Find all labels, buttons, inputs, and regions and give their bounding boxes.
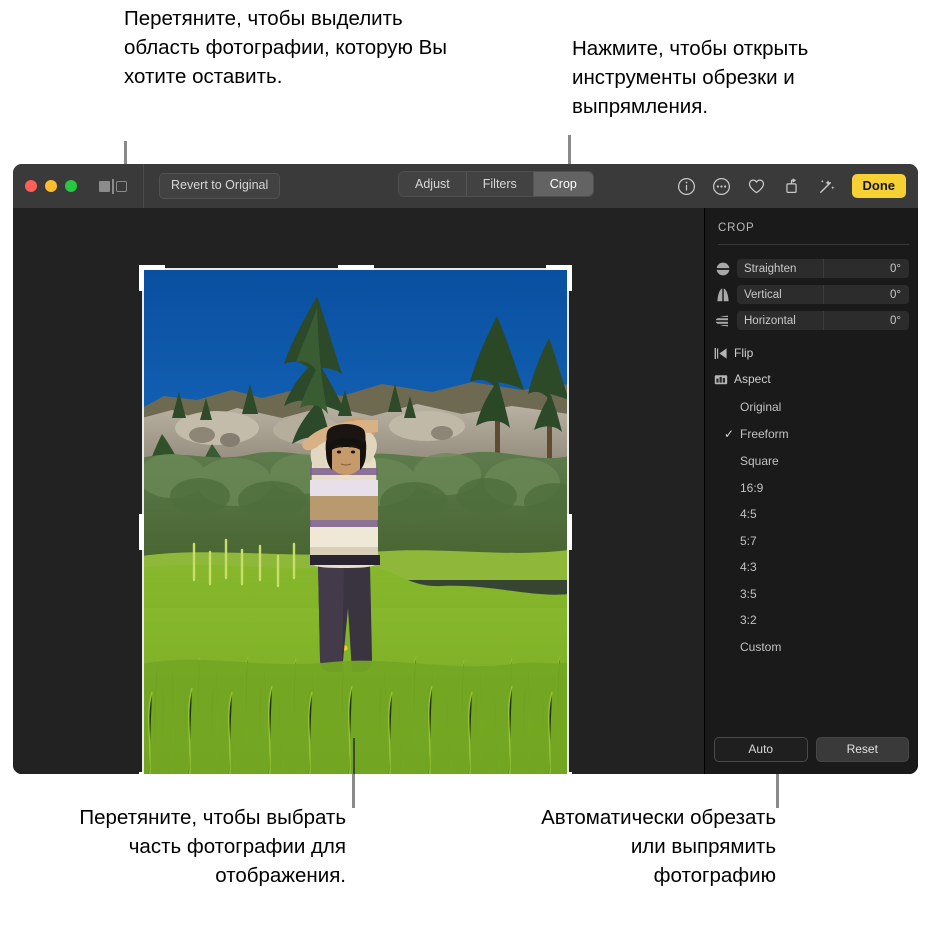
straighten-icon bbox=[714, 262, 732, 275]
aspect-option-4-5[interactable]: 4:5 bbox=[714, 504, 909, 523]
horizontal-perspective-icon bbox=[714, 315, 732, 326]
aspect-option-label: Original bbox=[740, 399, 782, 414]
flip-label: Flip bbox=[734, 346, 754, 360]
toolbar-right-tools: Done bbox=[677, 164, 906, 208]
aspect-option-4-3[interactable]: 4:3 bbox=[714, 557, 909, 576]
straighten-label: Straighten bbox=[744, 262, 797, 275]
aspect-option-3-5[interactable]: 3:5 bbox=[714, 584, 909, 603]
crop-handle-top-center[interactable] bbox=[337, 265, 374, 270]
vertical-value: 0° bbox=[890, 288, 901, 301]
aspect-menu-item[interactable]: Aspect bbox=[714, 369, 909, 389]
aspect-check-freeform: ✓ bbox=[724, 426, 735, 441]
aspect-option-label: 5:7 bbox=[740, 533, 757, 548]
window-toolbar: Revert to Original Adjust Filters Crop D… bbox=[13, 164, 918, 208]
callout-bottom-right: Автоматически обрезать или выпрямить фот… bbox=[541, 806, 776, 887]
close-button[interactable] bbox=[25, 180, 37, 192]
photos-editor-window: Revert to Original Adjust Filters Crop D… bbox=[13, 164, 918, 774]
reset-button[interactable]: Reset bbox=[815, 737, 909, 762]
aspect-option-16-9[interactable]: 16:9 bbox=[714, 478, 909, 497]
panel-action-buttons: Auto Reset bbox=[714, 737, 909, 762]
favorite-heart-icon[interactable] bbox=[747, 177, 766, 196]
sidebar-toggle-icon[interactable] bbox=[99, 178, 127, 194]
editor-mode-segmented-control: Adjust Filters Crop bbox=[398, 171, 594, 197]
aspect-option-label: 16:9 bbox=[740, 480, 764, 495]
enhance-magic-wand-icon[interactable] bbox=[817, 177, 836, 196]
tab-adjust[interactable]: Adjust bbox=[399, 172, 467, 196]
minimize-button[interactable] bbox=[45, 180, 57, 192]
horizontal-row[interactable]: Horizontal 0° bbox=[714, 311, 909, 330]
zoom-button[interactable] bbox=[65, 180, 77, 192]
tab-crop[interactable]: Crop bbox=[533, 172, 593, 196]
rotate-icon[interactable] bbox=[782, 177, 801, 196]
window-body: CROP Straighten 0° Vertical 0° Horizonta… bbox=[13, 208, 918, 774]
horizontal-slider[interactable]: Horizontal 0° bbox=[737, 311, 909, 330]
vertical-row[interactable]: Vertical 0° bbox=[714, 285, 909, 304]
crop-inspector-panel: CROP Straighten 0° Vertical 0° Horizonta… bbox=[704, 208, 918, 774]
person-in-meadow-photo bbox=[142, 268, 569, 774]
callout-top-left: Перетяните, чтобы выделить область фотог… bbox=[124, 7, 448, 88]
aspect-icon bbox=[714, 374, 728, 384]
aspect-option-3-2[interactable]: 3:2 bbox=[714, 610, 909, 629]
crop-handle-bottom-right[interactable] bbox=[567, 772, 572, 774]
vertical-perspective-icon bbox=[717, 287, 729, 302]
revert-to-original-button[interactable]: Revert to Original bbox=[159, 173, 281, 199]
flip-menu-item[interactable]: Flip bbox=[714, 343, 909, 363]
vertical-slider[interactable]: Vertical 0° bbox=[737, 285, 909, 304]
callout-top-right: Нажмите, чтобы открыть инструменты обрез… bbox=[572, 37, 809, 118]
flip-icon bbox=[714, 347, 727, 359]
horizontal-slider-divider bbox=[823, 311, 824, 330]
crop-handle-top-left[interactable] bbox=[139, 265, 144, 291]
aspect-option-label: Square bbox=[740, 453, 779, 468]
straighten-slider-divider bbox=[823, 259, 824, 278]
window-controls bbox=[25, 180, 77, 192]
aspect-option-custom[interactable]: Custom bbox=[714, 637, 909, 656]
panel-title: CROP bbox=[718, 222, 755, 234]
straighten-slider[interactable]: Straighten 0° bbox=[737, 259, 909, 278]
aspect-label: Aspect bbox=[734, 372, 771, 386]
straighten-value: 0° bbox=[890, 262, 901, 275]
crop-handle-bottom-left[interactable] bbox=[139, 772, 144, 774]
sidebar-toggle-filled-pane bbox=[99, 180, 110, 192]
panel-divider bbox=[718, 244, 909, 245]
crop-handle-left-center[interactable] bbox=[139, 513, 144, 550]
screenshot-root: Перетяните, чтобы выделить область фотог… bbox=[0, 0, 931, 944]
horizontal-label: Horizontal bbox=[744, 314, 796, 327]
sidebar-toggle-divider bbox=[112, 178, 114, 194]
aspect-option-label: Custom bbox=[740, 639, 782, 654]
auto-button[interactable]: Auto bbox=[714, 737, 808, 762]
sidebar-toggle-empty-pane bbox=[116, 180, 127, 192]
aspect-option-label: Freeform bbox=[740, 426, 789, 441]
straighten-row[interactable]: Straighten 0° bbox=[714, 259, 909, 278]
photo-artwork bbox=[142, 268, 569, 774]
aspect-option-label: 3:2 bbox=[740, 612, 757, 627]
aspect-option-square[interactable]: Square bbox=[714, 451, 909, 470]
vertical-slider-divider bbox=[823, 285, 824, 304]
aspect-option-label: 4:5 bbox=[740, 506, 757, 521]
vertical-label: Vertical bbox=[744, 288, 782, 301]
aspect-option-label: 4:3 bbox=[740, 559, 757, 574]
toolbar-separator bbox=[143, 164, 144, 208]
aspect-option-label: 3:5 bbox=[740, 586, 757, 601]
aspect-option-freeform[interactable]: ✓ Freeform bbox=[714, 424, 909, 443]
info-icon[interactable] bbox=[677, 177, 696, 196]
callout-bottom-left: Перетяните, чтобы выбрать часть фотограф… bbox=[79, 806, 346, 887]
more-options-icon[interactable] bbox=[712, 177, 731, 196]
aspect-option-original[interactable]: Original bbox=[714, 397, 909, 416]
crop-handle-top-right[interactable] bbox=[567, 265, 572, 291]
aspect-option-5-7[interactable]: 5:7 bbox=[714, 531, 909, 550]
done-button[interactable]: Done bbox=[851, 174, 906, 198]
horizontal-value: 0° bbox=[890, 314, 901, 327]
crop-handle-right-center[interactable] bbox=[567, 513, 572, 550]
tab-filters[interactable]: Filters bbox=[467, 172, 534, 196]
photo-canvas[interactable] bbox=[13, 208, 704, 774]
crop-selection[interactable] bbox=[139, 265, 572, 774]
